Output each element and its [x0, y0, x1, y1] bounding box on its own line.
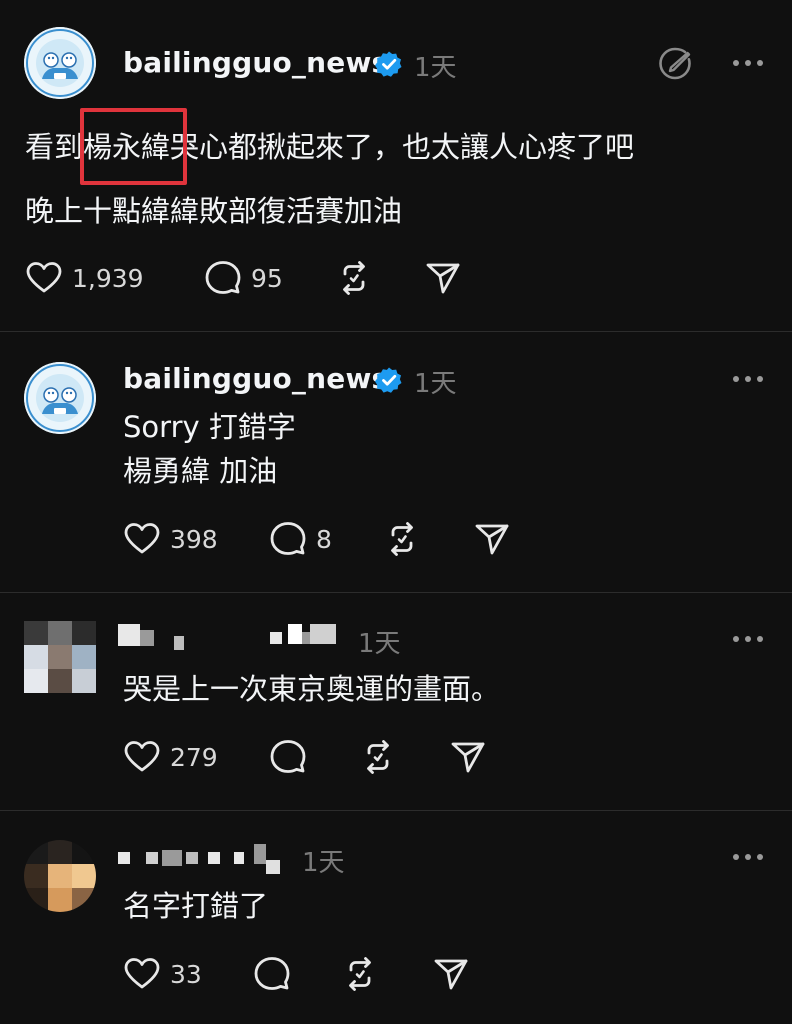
username[interactable]: bailingguo_news [123, 46, 388, 79]
timestamp: 1天 [414, 53, 457, 83]
timestamp: 1天 [302, 848, 345, 878]
heart-icon [24, 258, 64, 298]
reply-count: 95 [251, 263, 283, 293]
like-button[interactable]: 398 [122, 519, 218, 559]
verified-icon [375, 366, 403, 394]
more-icon[interactable] [733, 634, 763, 644]
edit-icon[interactable] [655, 43, 695, 83]
heart-icon [122, 954, 162, 994]
more-icon[interactable] [733, 58, 763, 68]
blurred-username [118, 842, 288, 874]
share-button[interactable] [423, 258, 463, 298]
repost-button[interactable] [334, 258, 374, 298]
share-button[interactable] [448, 737, 488, 777]
repost-button[interactable] [340, 954, 380, 994]
post-text-line: 楊勇緯 加油 [123, 454, 278, 488]
blurred-username [118, 622, 338, 652]
repost-icon [382, 519, 422, 559]
share-icon [448, 737, 488, 777]
timestamp: 1天 [414, 369, 457, 399]
blurred-avatar[interactable] [24, 621, 96, 693]
reply-button[interactable]: 8 [268, 519, 332, 559]
post-text-line: Sorry 打錯字 [123, 410, 296, 444]
verified-icon [375, 50, 403, 78]
like-button[interactable]: 33 [122, 954, 202, 994]
repost-icon [334, 258, 374, 298]
divider [0, 810, 792, 811]
post-text-line: 哭是上一次東京奧運的畫面。 [123, 672, 501, 706]
comment-icon [268, 519, 308, 559]
avatar[interactable] [24, 27, 96, 99]
share-icon [423, 258, 463, 298]
blurred-avatar[interactable] [24, 840, 96, 912]
repost-icon [340, 954, 380, 994]
timestamp: 1天 [358, 629, 401, 659]
share-icon [431, 954, 471, 994]
like-count: 1,939 [72, 263, 144, 293]
avatar[interactable] [24, 362, 96, 434]
share-button[interactable] [472, 519, 512, 559]
divider [0, 331, 792, 332]
world-news-logo-icon [24, 362, 96, 434]
reply-button[interactable]: 95 [203, 258, 283, 298]
comment-icon [252, 954, 292, 994]
comment-icon [268, 737, 308, 777]
more-icon[interactable] [733, 374, 763, 384]
world-news-logo-icon [24, 27, 96, 99]
more-icon[interactable] [733, 852, 763, 862]
reply-button[interactable] [268, 737, 308, 777]
like-button[interactable]: 279 [122, 737, 218, 777]
highlight-box [80, 108, 187, 185]
reply-count: 8 [316, 524, 332, 554]
repost-icon [358, 737, 398, 777]
like-button[interactable]: 1,939 [24, 258, 144, 298]
username[interactable]: bailingguo_news [123, 362, 388, 395]
repost-button[interactable] [358, 737, 398, 777]
like-count: 398 [170, 524, 218, 554]
like-count: 33 [170, 959, 202, 989]
comment-icon [203, 258, 243, 298]
heart-icon [122, 519, 162, 559]
share-icon [472, 519, 512, 559]
post-text-line: 晚上十點緯緯敗部復活賽加油 [25, 194, 403, 228]
like-count: 279 [170, 742, 218, 772]
share-button[interactable] [431, 954, 471, 994]
heart-icon [122, 737, 162, 777]
reply-button[interactable] [252, 954, 292, 994]
post-text-line: 名字打錯了 [123, 889, 269, 923]
divider [0, 592, 792, 593]
repost-button[interactable] [382, 519, 422, 559]
